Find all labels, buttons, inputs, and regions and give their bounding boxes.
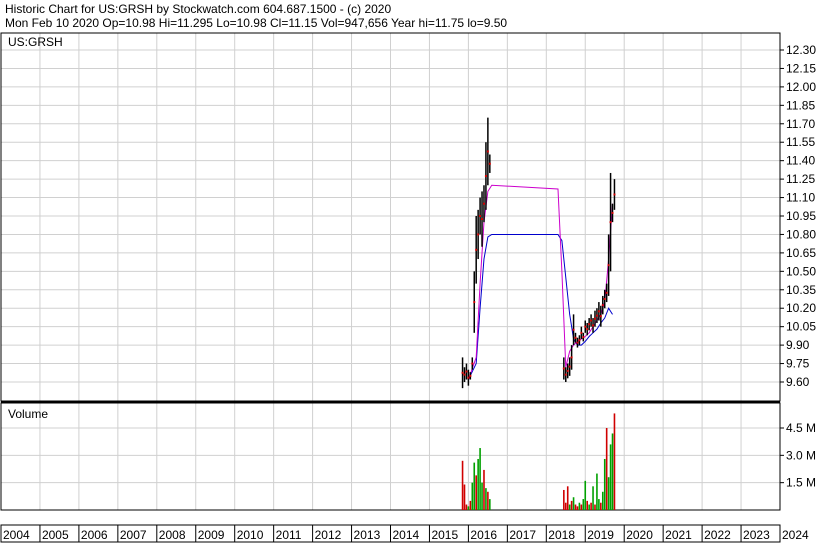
moving-average-short-line: [467, 233, 613, 380]
price-close-mark: [477, 233, 480, 236]
price-close-mark: [593, 317, 596, 320]
year-tick-label: 2021: [665, 528, 692, 542]
year-tick-label: 2022: [704, 528, 731, 542]
grid-lines: [1, 33, 780, 510]
year-tick-label: 2018: [548, 528, 575, 542]
price-close-mark: [482, 202, 485, 205]
year-tick-label: 2017: [509, 528, 536, 542]
price-close-mark: [488, 162, 491, 165]
year-tick-label: 2008: [159, 528, 186, 542]
price-close-mark: [574, 336, 577, 339]
price-close-mark: [603, 298, 606, 300]
year-tick-label: 2024: [782, 528, 809, 542]
price-close-mark: [481, 218, 484, 221]
price-tick-label: 10.05: [786, 320, 816, 334]
price-tick-label: 12.00: [786, 80, 816, 94]
price-tick-label: 10.50: [786, 264, 816, 278]
price-close-mark: [484, 175, 487, 178]
price-close-mark: [564, 373, 567, 376]
price-close-mark: [605, 291, 608, 294]
price-close-mark: [562, 367, 565, 370]
year-tick-label: 2011: [276, 528, 302, 542]
price-close-mark: [463, 373, 466, 376]
moving-averages: [467, 184, 614, 380]
price-close-mark: [467, 376, 470, 379]
price-close-mark: [586, 328, 589, 331]
year-tick-label: 2013: [354, 528, 381, 542]
price-close-mark: [609, 221, 612, 224]
price-tick-label: 11.25: [786, 172, 815, 186]
volume-panel-title: Volume: [8, 407, 48, 421]
year-tick-label: 2014: [393, 528, 420, 542]
price-close-mark: [570, 356, 573, 359]
volume-tick-label: 3.0 M: [786, 448, 816, 462]
year-tick-label: 2010: [237, 528, 264, 542]
stock-chart: US:GRSH Volume 9.60 9.75 9.90 10.05 10.20 10.…: [0, 32, 816, 543]
price-close-mark: [588, 323, 591, 326]
price-close-mark: [584, 325, 587, 328]
price-close-mark: [590, 319, 593, 322]
year-tick-label: 2023: [743, 528, 770, 542]
price-tick-label: 11.55: [786, 135, 815, 149]
year-tick-label: 2012: [315, 528, 342, 542]
price-close-mark: [613, 193, 616, 196]
price-close-mark: [597, 310, 600, 313]
price-axis-ticks: 9.60 9.75 9.90 10.05 10.20 10.35 10.50 10.65 10.…: [780, 43, 816, 389]
price-tick-label: 10.65: [786, 246, 816, 260]
year-tick-label: 2016: [470, 528, 497, 542]
price-close-mark: [595, 314, 598, 317]
volume-axis-ticks: 1.5 M 3.0 M 4.5 M: [780, 421, 816, 490]
moving-average-long-line: [467, 184, 614, 380]
price-close-mark: [611, 211, 614, 214]
year-tick-label: 2005: [42, 528, 69, 542]
year-tick-label: 2007: [120, 528, 147, 542]
price-tick-label: 11.85: [786, 98, 815, 112]
price-close-mark: [576, 341, 579, 344]
year-tick-label: 2020: [626, 528, 653, 542]
year-tick-label: 2009: [198, 528, 225, 542]
price-close-mark: [486, 150, 489, 153]
price-close-mark: [469, 374, 472, 377]
price-tick-label: 12.15: [786, 61, 816, 75]
price-close-mark: [471, 362, 474, 365]
price-tick-label: 9.90: [786, 338, 810, 352]
price-tick-label: 10.80: [786, 227, 816, 241]
price-tick-label: 11.10: [786, 191, 815, 205]
price-close-mark: [601, 304, 604, 307]
volume-tick-label: 4.5 M: [786, 421, 816, 435]
year-tick-label: 2006: [81, 528, 108, 542]
price-tick-label: 9.60: [786, 375, 810, 389]
price-panel-title: US:GRSH: [8, 35, 63, 49]
year-tick-label: 2015: [431, 528, 458, 542]
price-close-mark: [582, 336, 585, 339]
price-tick-label: 11.70: [786, 117, 815, 131]
price-tick-label: 10.20: [786, 301, 816, 315]
price-close-mark: [475, 248, 478, 251]
price-close-mark: [465, 370, 468, 373]
price-close-mark: [599, 315, 602, 318]
price-tick-label: 10.35: [786, 283, 816, 297]
price-tick-label: 9.75: [786, 357, 810, 371]
price-close-mark: [607, 264, 610, 267]
volume-tick-label: 1.5 M: [786, 476, 816, 490]
year-axis-ticks: 2004 2005 2006 2007 2008 2009 2010 2011 2012 2013…: [0, 525, 809, 542]
price-close-mark: [572, 328, 575, 331]
price-close-mark: [580, 331, 583, 334]
year-tick-label: 2004: [3, 528, 30, 542]
price-close-mark: [568, 365, 571, 368]
price-close-mark: [566, 369, 569, 372]
price-close-mark: [578, 339, 581, 342]
price-close-mark: [461, 371, 464, 374]
price-tick-label: 10.95: [786, 209, 816, 223]
price-close-mark: [479, 215, 482, 217]
price-close-mark: [473, 301, 476, 304]
price-tick-label: 12.30: [786, 43, 816, 57]
price-close-mark: [592, 324, 595, 327]
price-tick-label: 11.40: [786, 154, 815, 168]
year-tick-label: 2019: [587, 528, 614, 542]
